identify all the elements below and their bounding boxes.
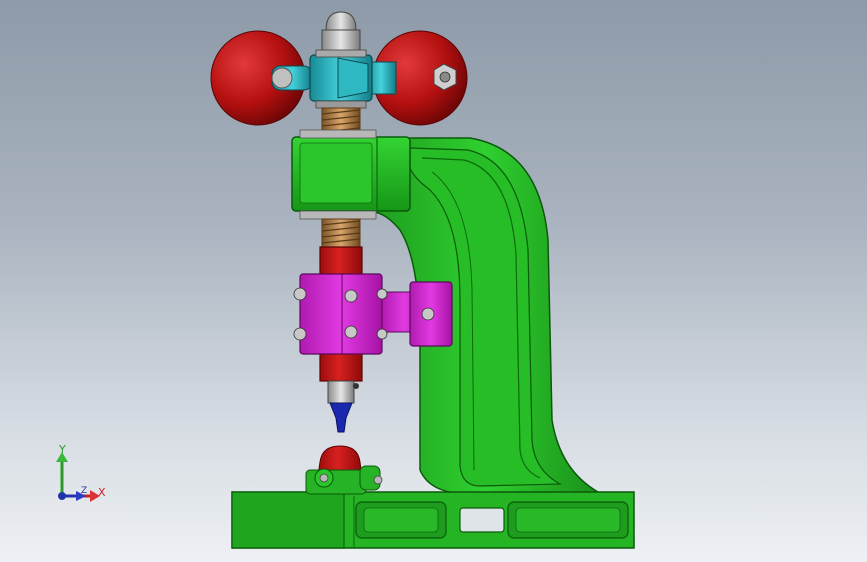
axis-y-label: Y: [59, 443, 66, 456]
acorn-cap: [325, 11, 357, 31]
top-nut: [321, 29, 361, 53]
hex-nut-icon: [433, 63, 457, 91]
guide-clamp[interactable]: [293, 273, 453, 355]
reference-triad: Y Z X: [48, 440, 118, 506]
die[interactable]: [305, 445, 383, 495]
axis-x-label: X: [98, 486, 106, 499]
axis-z-label: Z: [81, 486, 88, 496]
punch-tip[interactable]: [329, 402, 353, 433]
lower-spring: [299, 210, 377, 248]
frame-base: [231, 491, 635, 549]
arbor-press-model[interactable]: [0, 0, 867, 562]
upper-spring: [299, 107, 377, 139]
base-window: [459, 507, 505, 533]
graphics-viewport[interactable]: Y Z X: [0, 0, 867, 562]
